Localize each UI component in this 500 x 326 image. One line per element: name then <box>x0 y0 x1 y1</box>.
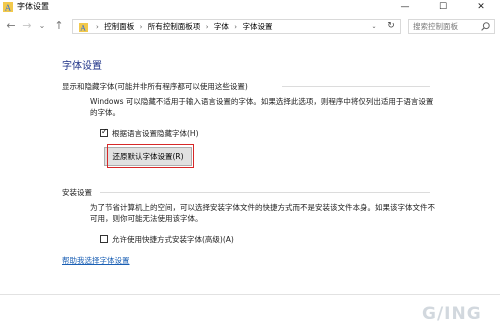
shortcut-install-checkbox-label[interactable]: 允许使用快捷方式安装字体(高级)(A) <box>112 234 234 245</box>
install-group-label: 安装设置 <box>62 188 92 197</box>
breadcrumb-separator[interactable]: › <box>234 23 237 31</box>
breadcrumb-separator: › <box>96 23 99 31</box>
recent-locations-button[interactable]: ⌄ <box>35 18 49 34</box>
shortcut-install-checkbox-row[interactable]: 允许使用快捷方式安装字体(高级)(A) <box>100 234 245 245</box>
checkmark-icon: ✓ <box>101 127 108 136</box>
fonts-folder-icon: A <box>79 23 88 33</box>
group-divider <box>100 192 430 193</box>
breadcrumb: › 控制面板 › 所有控制面板项 › 字体 › 字体设置 <box>93 20 272 33</box>
maximize-button[interactable]: ☐ <box>424 0 462 14</box>
restore-default-fonts-button[interactable]: 还原默认字体设置(R) <box>104 147 192 166</box>
navigation-bar: ← → ⌄ ↑ A › 控制面板 › 所有控制面板项 › 字体 › 字体设置 ⌄… <box>0 14 500 38</box>
group-divider <box>282 86 430 87</box>
hide-fonts-checkbox-row[interactable]: ✓ 根据语言设置隐藏字体(H) <box>100 127 230 139</box>
fonts-app-icon: A <box>3 2 13 12</box>
help-choose-font-settings-link[interactable]: 帮助我选择字体设置 <box>62 255 130 266</box>
show-hide-group-label: 显示和隐藏字体(可能并非所有程序都可以使用这些设置) <box>62 82 248 91</box>
breadcrumb-control-panel[interactable]: 控制面板 <box>104 22 134 31</box>
svg-text:A: A <box>80 25 87 33</box>
minimize-button[interactable]: — <box>386 0 424 14</box>
footer-divider <box>0 294 500 295</box>
shortcut-install-checkbox[interactable] <box>100 235 108 243</box>
svg-text:A: A <box>4 4 11 13</box>
forward-button[interactable]: → <box>20 18 34 34</box>
breadcrumb-separator[interactable]: › <box>140 23 143 31</box>
show-hide-description: Windows 可以隐藏不适用于输入语言设置的字体。如果选择此选项，则程序中将仅… <box>90 97 434 117</box>
address-dropdown-button[interactable]: ⌄ <box>368 20 380 33</box>
page-title: 字体设置 <box>62 61 102 72</box>
back-button[interactable]: ← <box>4 18 18 34</box>
breadcrumb-font-settings[interactable]: 字体设置 <box>242 22 272 31</box>
watermark-logo: G/ING <box>422 304 482 324</box>
hide-fonts-checkbox[interactable]: ✓ <box>100 127 108 137</box>
address-bar[interactable]: A › 控制面板 › 所有控制面板项 › 字体 › 字体设置 ⌄ ↻ <box>72 19 401 34</box>
breadcrumb-separator[interactable]: › <box>206 23 209 31</box>
install-description: 为了节省计算机上的空间，可以选择安装字体文件的快捷方式而不是安装该文件本身。如果… <box>90 203 435 223</box>
svg-text:G/ING: G/ING <box>422 304 482 324</box>
close-button[interactable]: ✕ <box>462 0 500 14</box>
search-placeholder: 搜索控制面板 <box>413 22 458 31</box>
breadcrumb-all-items[interactable]: 所有控制面板项 <box>148 22 201 31</box>
up-button[interactable]: ↑ <box>52 18 66 34</box>
hide-fonts-checkbox-label[interactable]: 根据语言设置隐藏字体(H) <box>112 128 199 139</box>
search-icon <box>481 22 490 31</box>
search-input[interactable]: 搜索控制面板 <box>408 19 495 34</box>
window-title: 字体设置 <box>17 2 49 11</box>
refresh-button[interactable]: ↻ <box>384 20 398 33</box>
breadcrumb-fonts[interactable]: 字体 <box>214 22 229 31</box>
title-bar: A 字体设置 — ☐ ✕ <box>0 0 500 14</box>
